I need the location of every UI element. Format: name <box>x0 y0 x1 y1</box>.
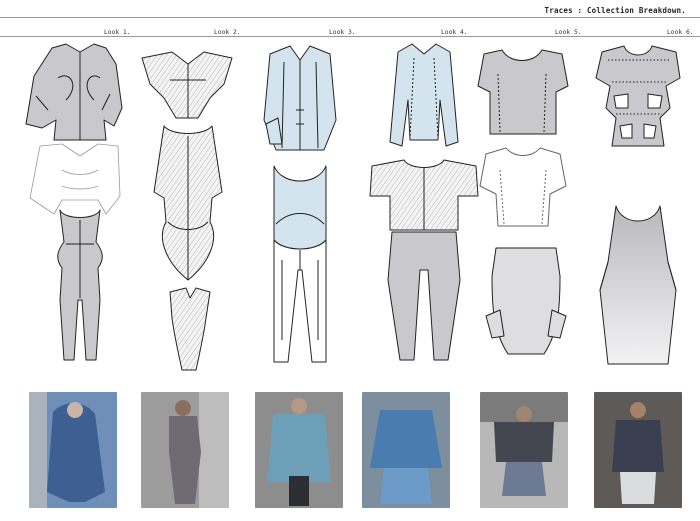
look-4-cardigan <box>389 43 459 147</box>
look-6-cage-top <box>595 45 681 147</box>
fashion-sketches <box>25 43 681 371</box>
look-3-photo <box>255 392 343 508</box>
look-1-outline-top <box>29 143 121 215</box>
look-5-blouse <box>479 147 567 227</box>
look-5-sketches <box>477 49 569 355</box>
look-5-top <box>477 49 569 135</box>
look-5-skirt <box>491 247 561 355</box>
look-4-trousers <box>387 231 461 361</box>
look-6-sketches <box>595 45 681 365</box>
look-4-sketches <box>369 43 479 361</box>
look-6-photo <box>594 392 682 508</box>
look-4-photo <box>362 392 450 508</box>
look-5-photo <box>480 392 568 508</box>
look-2-photo <box>141 392 229 508</box>
look-2-mini-look <box>169 287 211 371</box>
look-3-top <box>273 165 327 250</box>
look-1-jacket <box>25 43 123 141</box>
look-2-harness <box>141 51 233 119</box>
look-1-photo <box>29 392 117 508</box>
look-2-sketches <box>141 51 233 371</box>
look-1-sketches <box>25 43 123 361</box>
look-3-sketches <box>263 45 337 363</box>
look-6-dress <box>599 205 677 365</box>
